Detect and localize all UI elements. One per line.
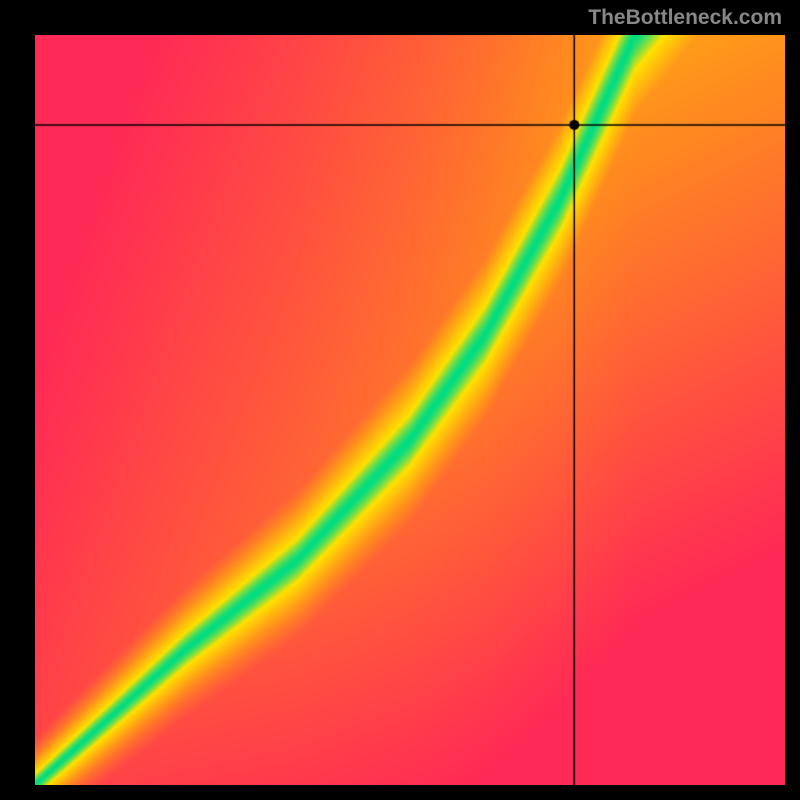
watermark-text: TheBottleneck.com bbox=[588, 6, 782, 30]
heatmap-plot bbox=[35, 35, 785, 785]
heatmap-canvas bbox=[35, 35, 785, 785]
chart-container: TheBottleneck.com bbox=[0, 0, 800, 800]
